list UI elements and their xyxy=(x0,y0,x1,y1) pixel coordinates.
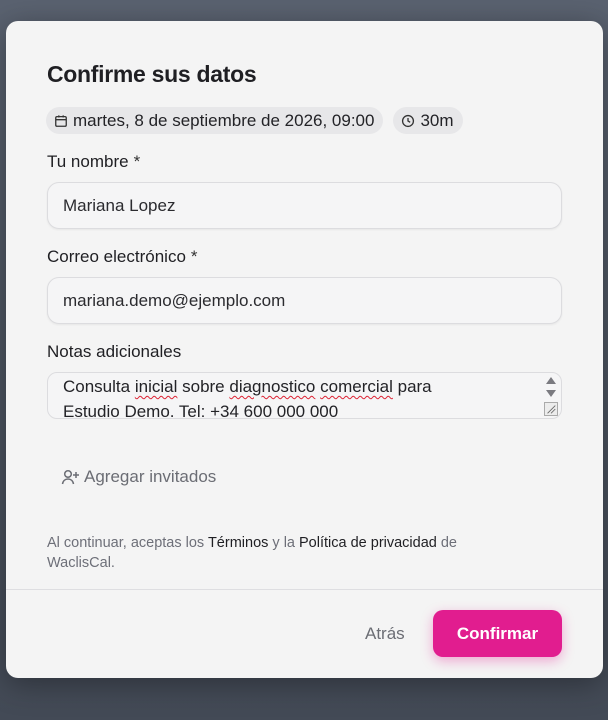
duration-chip: 30m xyxy=(393,107,463,134)
notes-word: Estudio xyxy=(63,402,120,419)
email-field[interactable]: mariana.demo@ejemplo.com xyxy=(47,277,562,324)
clock-icon xyxy=(402,114,415,127)
notes-word: para xyxy=(397,377,432,396)
notes-word: Demo. Tel: +34 600 000 000 xyxy=(124,402,339,419)
booking-dialog: Confirme sus datos martes, 8 de septiemb… xyxy=(6,21,603,678)
legal-notice: Al continuar, aceptas los Términos y la … xyxy=(47,533,527,573)
notes-textarea[interactable]: Consulta inicial sobre diagnostico comer… xyxy=(47,372,562,419)
email-value: mariana.demo@ejemplo.com xyxy=(63,290,286,310)
privacy-link[interactable]: Política de privacidad xyxy=(299,535,437,551)
name-label-text: Tu nombre xyxy=(47,152,129,171)
calendar-icon xyxy=(55,114,67,127)
add-guests-button[interactable]: Agregar invitados xyxy=(60,467,216,487)
notes-word: Consulta xyxy=(63,377,131,396)
email-label: Correo electrónico * xyxy=(47,247,198,267)
notes-word: comercial xyxy=(320,377,393,396)
notes-line-2: Estudio Demo. Tel: +34 600 000 000 xyxy=(63,399,531,419)
scroll-down-arrow-icon[interactable] xyxy=(546,390,556,397)
email-label-text: Correo electrónico xyxy=(47,247,186,266)
legal-prefix: Al continuar, aceptas los xyxy=(47,535,208,551)
notes-line-1: Consulta inicial sobre diagnostico comer… xyxy=(63,374,531,399)
name-label: Tu nombre * xyxy=(47,152,140,172)
notes-word: diagnostico xyxy=(229,377,316,396)
back-button[interactable]: Atrás xyxy=(365,624,405,644)
date-text: martes, 8 de septiembre de 2026, 09:00 xyxy=(73,110,375,130)
confirm-button[interactable]: Confirmar xyxy=(433,610,562,657)
duration-text: 30m xyxy=(420,110,454,130)
required-marker: * xyxy=(190,247,198,266)
terms-link[interactable]: Términos xyxy=(208,535,268,551)
notes-word: sobre xyxy=(182,377,225,396)
user-plus-icon xyxy=(61,469,79,485)
notes-word: inicial xyxy=(134,377,178,396)
required-marker: * xyxy=(133,152,141,171)
textarea-scrollbar[interactable] xyxy=(543,374,559,417)
booking-summary: martes, 8 de septiembre de 2026, 09:00 3… xyxy=(46,107,463,134)
date-chip: martes, 8 de septiembre de 2026, 09:00 xyxy=(46,107,384,134)
dialog-title: Confirme sus datos xyxy=(47,61,257,87)
legal-middle: y la xyxy=(268,535,300,551)
scroll-up-arrow-icon[interactable] xyxy=(546,377,556,384)
name-value: Mariana Lopez xyxy=(63,195,176,215)
footer-divider xyxy=(6,589,603,590)
notes-label: Notas adicionales xyxy=(47,342,182,361)
add-guests-label: Agregar invitados xyxy=(84,467,217,486)
resize-grip-icon[interactable] xyxy=(544,402,558,416)
resize-lines-icon xyxy=(547,405,556,414)
name-field[interactable]: Mariana Lopez xyxy=(47,182,562,229)
